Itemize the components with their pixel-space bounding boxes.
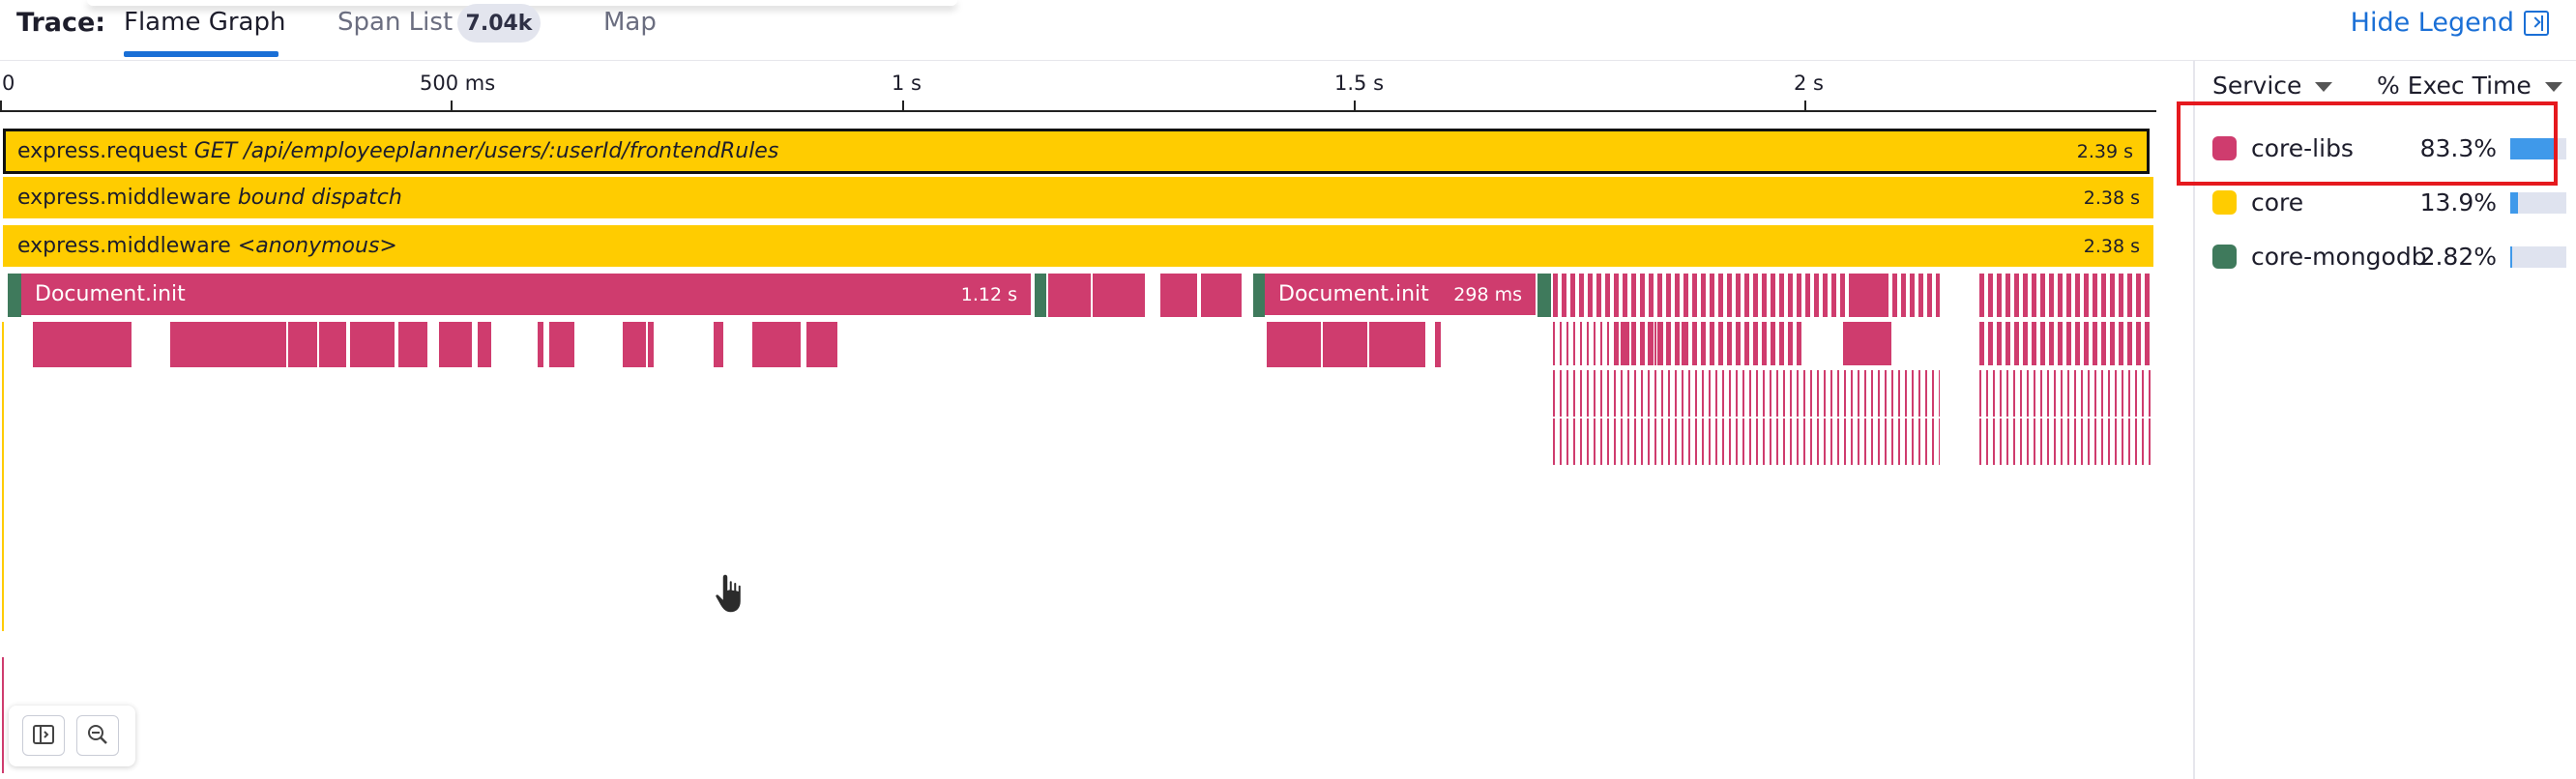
span-express-middleware-bound-dispatch[interactable]: express.middleware bound dispatch 2.38 s <box>3 177 2153 220</box>
span-block[interactable] <box>350 322 395 367</box>
legend-row-core-mongodb[interactable]: core-mongodb 2.82% <box>2197 231 2576 285</box>
service-name: core <box>2251 188 2304 216</box>
exec-header-label: % Exec Time <box>2377 72 2532 100</box>
span-duration: 2.38 s <box>2083 187 2140 209</box>
span-block[interactable] <box>549 322 574 367</box>
span-block[interactable] <box>1435 322 1441 367</box>
service-column-header[interactable]: Service <box>2212 72 2333 100</box>
span-block[interactable] <box>1267 322 1321 367</box>
span-block[interactable] <box>1201 274 1242 317</box>
hide-legend-label: Hide Legend <box>2350 8 2514 38</box>
span-block[interactable] <box>33 322 132 367</box>
span-block[interactable] <box>714 322 723 367</box>
trace-label: Trace: <box>16 8 106 38</box>
hand-cursor-icon <box>714 573 743 614</box>
service-name: core-mongodb <box>2251 243 2427 271</box>
mongodb-span[interactable] <box>8 274 21 317</box>
span-document-init-2[interactable]: Document.init 298 ms <box>1265 274 1536 317</box>
sort-caret-icon <box>2315 82 2333 92</box>
span-duration: 2.38 s <box>2083 235 2140 257</box>
span-block[interactable] <box>752 322 801 367</box>
mongodb-span[interactable] <box>1253 274 1265 317</box>
axis-tick-label: 1 s <box>892 72 922 95</box>
axis-tick <box>1354 101 1356 110</box>
hide-legend-button[interactable]: Hide Legend <box>2351 8 2549 38</box>
graph-controls <box>9 706 135 766</box>
span-block[interactable] <box>170 322 286 367</box>
axis-tick-label: 0 <box>2 72 15 95</box>
span-name: Document.init <box>35 282 186 306</box>
span-block[interactable] <box>288 322 317 367</box>
toggle-minimap-button[interactable] <box>22 715 65 756</box>
panel-icon <box>33 724 54 744</box>
thin-libs-span <box>2 657 4 773</box>
axis-tick-label: 2 s <box>1794 72 1824 95</box>
span-block[interactable] <box>319 322 346 367</box>
tab-span-list[interactable]: Span List <box>337 8 453 37</box>
span-name: Document.init <box>1278 282 1429 306</box>
service-color-swatch <box>2212 245 2237 269</box>
trace-header: Trace: Flame Graph Span List 7.04k Map H… <box>0 0 2576 61</box>
exec-pct: 2.82% <box>2419 243 2497 271</box>
span-block[interactable] <box>1048 274 1091 317</box>
tab-flame-graph[interactable]: Flame Graph <box>124 8 285 37</box>
mongodb-span[interactable] <box>1537 274 1551 317</box>
active-tab-indicator <box>124 51 278 57</box>
sort-caret-icon <box>2544 82 2562 92</box>
span-block[interactable] <box>1093 274 1145 317</box>
span-document-init-1[interactable]: Document.init 1.12 s <box>21 274 1031 317</box>
span-block[interactable] <box>1369 322 1425 367</box>
span-block[interactable] <box>398 322 427 367</box>
exec-bar-fill <box>2510 192 2519 214</box>
axis-tick <box>1804 101 1806 110</box>
axis-tick <box>0 101 2 110</box>
span-name: express.middleware bound dispatch <box>17 186 402 210</box>
span-block[interactable] <box>1160 274 1197 317</box>
zoom-out-button[interactable] <box>76 715 119 756</box>
span-name: express.request GET /api/employeeplanner… <box>17 139 779 163</box>
service-color-swatch <box>2212 190 2237 215</box>
span-express-request[interactable]: express.request GET /api/employeeplanner… <box>3 129 2150 174</box>
axis-tick <box>451 101 453 110</box>
span-count-badge: 7.04k <box>457 4 541 43</box>
exec-bar-fill <box>2510 246 2512 268</box>
time-axis: 0 500 ms 1 s 1.5 s 2 s <box>0 60 2156 112</box>
exec-bar <box>2510 246 2566 268</box>
exec-pct: 13.9% <box>2419 188 2497 216</box>
axis-tick-label: 500 ms <box>420 72 496 95</box>
exec-bar <box>2510 192 2566 214</box>
tab-map[interactable]: Map <box>603 8 657 37</box>
span-name: express.middleware <anonymous> <box>17 234 397 258</box>
span-block[interactable] <box>1323 322 1367 367</box>
thin-core-span <box>2 322 4 631</box>
span-block[interactable] <box>439 322 472 367</box>
zoom-out-icon <box>88 724 107 744</box>
span-express-middleware-anonymous[interactable]: express.middleware <anonymous> 2.38 s <box>3 225 2153 269</box>
mongodb-span[interactable] <box>1035 274 1046 317</box>
axis-tick <box>902 101 904 110</box>
span-block[interactable] <box>623 322 646 367</box>
span-duration: 1.12 s <box>960 283 1017 305</box>
exec-time-column-header[interactable]: % Exec Time <box>2377 72 2562 100</box>
dense-span-region[interactable] <box>1553 274 2152 467</box>
collapse-panel-icon <box>2524 10 2549 36</box>
span-duration: 2.39 s <box>2076 140 2133 162</box>
span-block[interactable] <box>538 322 543 367</box>
span-block[interactable] <box>648 322 654 367</box>
service-header-label: Service <box>2212 72 2302 100</box>
span-duration: 298 ms <box>1453 283 1522 305</box>
span-block[interactable] <box>806 322 837 367</box>
span-block[interactable] <box>478 322 491 367</box>
axis-tick-label: 1.5 s <box>1334 72 1385 95</box>
highlight-box <box>2177 101 2558 186</box>
